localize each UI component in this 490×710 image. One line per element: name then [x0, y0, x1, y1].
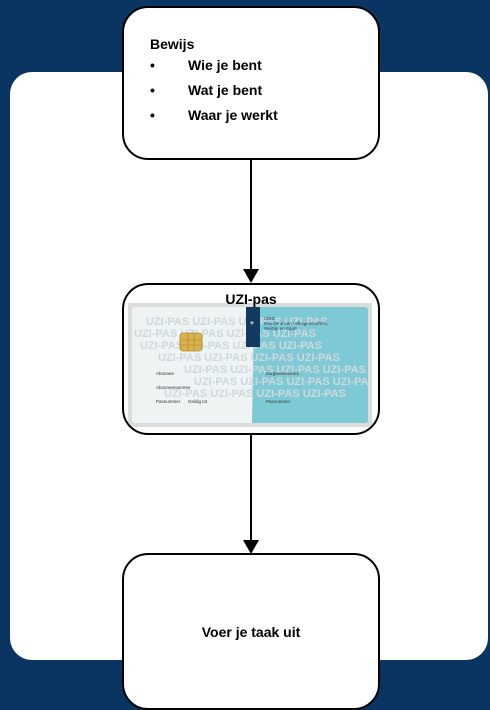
svg-text:Abonnee: Abonnee	[156, 371, 175, 376]
connector-line	[250, 160, 252, 272]
svg-text:UZI-PAS UZI-PAS UZI-PAS UZI-PA: UZI-PAS UZI-PAS UZI-PAS UZI-PAS	[140, 340, 322, 352]
uzi-card-image: UZI-PAS UZI-PAS UZI-PAS UZI-PAS UZI-PAS …	[128, 303, 376, 427]
uzi-card-box: UZI-pas UZI-PAS UZI-PAS UZI-PAS UZI-PAS …	[122, 283, 380, 435]
svg-text:Zorgverlenersrol: Zorgverlenersrol	[266, 371, 299, 376]
task-box: Voer je taak uit	[122, 553, 380, 710]
svg-text:Pasnummer: Pasnummer	[266, 399, 291, 404]
svg-text:Abonneenummer: Abonneenummer	[156, 385, 191, 390]
arrow-down-icon	[243, 540, 259, 554]
svg-text:UZI-PAS UZI-PAS UZI-PAS UZI-PA: UZI-PAS UZI-PAS UZI-PAS UZI-PAS	[158, 352, 340, 364]
chip-icon	[179, 332, 203, 352]
proof-list: • Wie je bent • Wat je bent • Waar je werkt	[150, 57, 378, 132]
proof-item: • Wat je bent	[150, 82, 263, 98]
svg-text:Pasnummer: Pasnummer	[156, 399, 181, 404]
card-title: UZI-pas	[225, 291, 277, 307]
svg-text:UZI-PAS UZI-PAS UZI-PAS UZI-PA: UZI-PAS UZI-PAS UZI-PAS UZI-PAS	[194, 376, 376, 388]
svg-text:Geldig tot: Geldig tot	[188, 399, 208, 404]
crest-icon: ⚜	[249, 320, 254, 327]
logo-bar	[246, 307, 260, 347]
proof-title: Bewijs	[150, 36, 195, 52]
proof-box: Bewijs • Wie je bent • Wat je bent • Waar j…	[122, 6, 380, 160]
connector-line	[250, 435, 252, 543]
task-label: Voer je taak uit	[201, 623, 301, 640]
proof-item: • Waar je werkt	[150, 107, 278, 123]
arrow-down-icon	[243, 269, 259, 283]
proof-item: • Wie je bent	[150, 57, 262, 73]
